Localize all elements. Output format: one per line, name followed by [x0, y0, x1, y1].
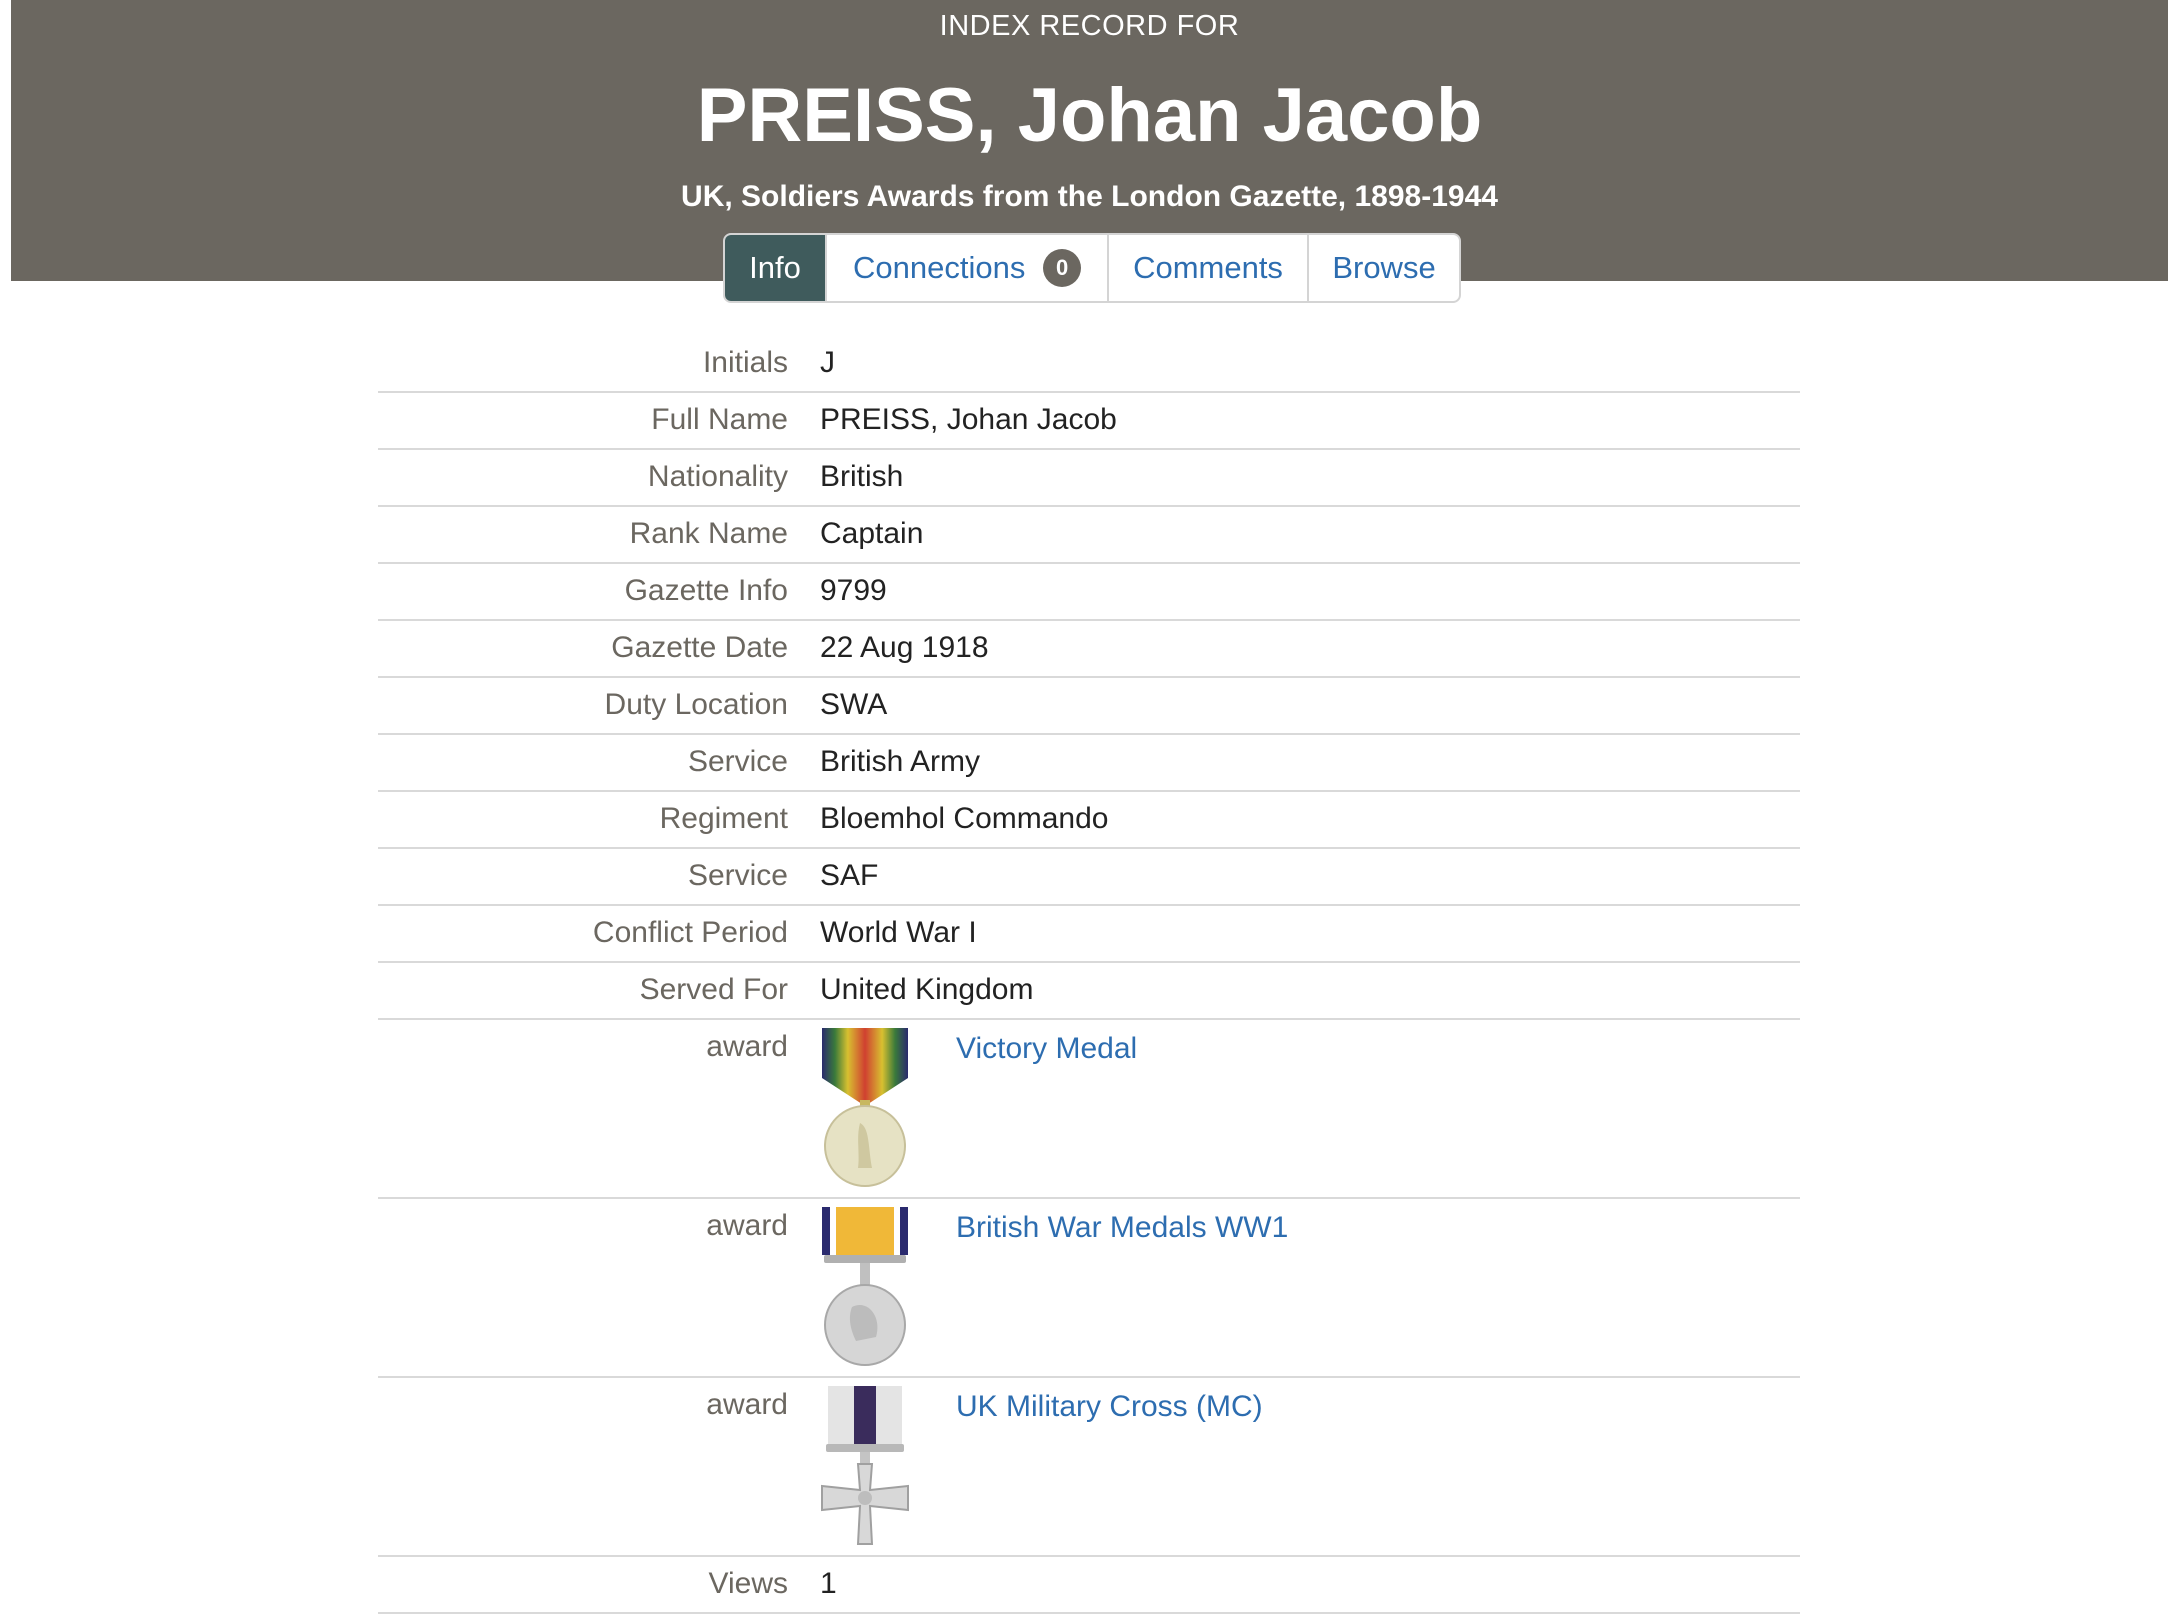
- field-row-nationality: Nationality British: [378, 450, 1800, 507]
- field-row-rank-name: Rank Name Captain: [378, 507, 1800, 564]
- field-value: 22 Aug 1918: [820, 631, 989, 664]
- tab-browse-label: Browse: [1332, 250, 1436, 285]
- british-war-medal-icon[interactable]: [820, 1207, 910, 1367]
- field-label: Duty Location: [604, 688, 788, 721]
- field-row-initials: Initials J: [378, 336, 1800, 393]
- victory-medal-icon[interactable]: [820, 1028, 910, 1188]
- award-label: award: [706, 1030, 788, 1063]
- award-link-british-war-medal[interactable]: British War Medals WW1: [956, 1207, 1288, 1376]
- field-label: Gazette Date: [611, 631, 788, 664]
- award-row: award British War Medals WW1: [378, 1199, 1800, 1378]
- views-count: 1: [820, 1567, 837, 1600]
- page-title: PREISS, Johan Jacob: [696, 73, 1483, 158]
- award-label: award: [706, 1388, 788, 1421]
- tab-connections[interactable]: Connections 0: [827, 235, 1109, 301]
- field-label: Rank Name: [629, 517, 788, 550]
- field-row-gazette-date: Gazette Date 22 Aug 1918: [378, 621, 1800, 678]
- field-label: Full Name: [651, 403, 788, 436]
- tab-comments-label: Comments: [1133, 250, 1283, 285]
- record-tabs: Info Connections 0 Comments Browse: [723, 233, 1461, 303]
- tab-browse[interactable]: Browse: [1309, 235, 1459, 301]
- field-value: British Army: [820, 745, 981, 778]
- field-label: Initials: [702, 346, 788, 379]
- field-row-conflict-period: Conflict Period World War I: [378, 906, 1800, 963]
- field-label: Nationality: [647, 460, 788, 493]
- field-label: Served For: [639, 973, 788, 1006]
- field-value: 9799: [820, 574, 887, 607]
- tab-comments[interactable]: Comments: [1109, 235, 1309, 301]
- award-link-military-cross[interactable]: UK Military Cross (MC): [956, 1386, 1263, 1555]
- award-label: award: [706, 1209, 788, 1242]
- index-record-eyebrow: INDEX RECORD FOR: [939, 10, 1240, 42]
- field-label: Service: [687, 745, 788, 778]
- field-value: Captain: [820, 517, 924, 550]
- record-fields: Initials J Full Name PREISS, Johan Jacob…: [378, 336, 1800, 1614]
- field-label: Conflict Period: [592, 916, 788, 949]
- field-value: British: [820, 460, 904, 493]
- field-row-full-name: Full Name PREISS, Johan Jacob: [378, 393, 1800, 450]
- connections-count-badge: 0: [1043, 249, 1081, 287]
- field-value: Bloemhol Commando: [820, 802, 1109, 835]
- field-label: Views: [708, 1567, 788, 1600]
- collection-subtitle: UK, Soldiers Awards from the London Gaze…: [681, 180, 1498, 213]
- field-label: Regiment: [659, 802, 788, 835]
- field-value: SWA: [820, 688, 888, 721]
- military-cross-icon[interactable]: [820, 1386, 910, 1546]
- field-row-service: Service British Army: [378, 735, 1800, 792]
- award-link-victory-medal[interactable]: Victory Medal: [956, 1028, 1137, 1197]
- tab-info[interactable]: Info: [725, 235, 827, 301]
- field-row-views: Views 1: [378, 1557, 1800, 1614]
- field-value: PREISS, Johan Jacob: [820, 403, 1117, 436]
- field-row-regiment: Regiment Bloemhol Commando: [378, 792, 1800, 849]
- field-label: Service: [687, 859, 788, 892]
- field-row-duty-location: Duty Location SWA: [378, 678, 1800, 735]
- award-row: award Victory Medal: [378, 1020, 1800, 1199]
- field-value: J: [820, 346, 835, 379]
- field-row-service-2: Service SAF: [378, 849, 1800, 906]
- tab-connections-label: Connections: [853, 250, 1026, 285]
- field-row-gazette-info: Gazette Info 9799: [378, 564, 1800, 621]
- field-label: Gazette Info: [624, 574, 788, 607]
- tab-info-label: Info: [749, 250, 801, 285]
- field-value: United Kingdom: [820, 973, 1034, 1006]
- field-row-served-for: Served For United Kingdom: [378, 963, 1800, 1020]
- field-value: World War I: [820, 916, 977, 949]
- field-value: SAF: [820, 859, 879, 892]
- award-row: award UK Military Cross (MC): [378, 1378, 1800, 1557]
